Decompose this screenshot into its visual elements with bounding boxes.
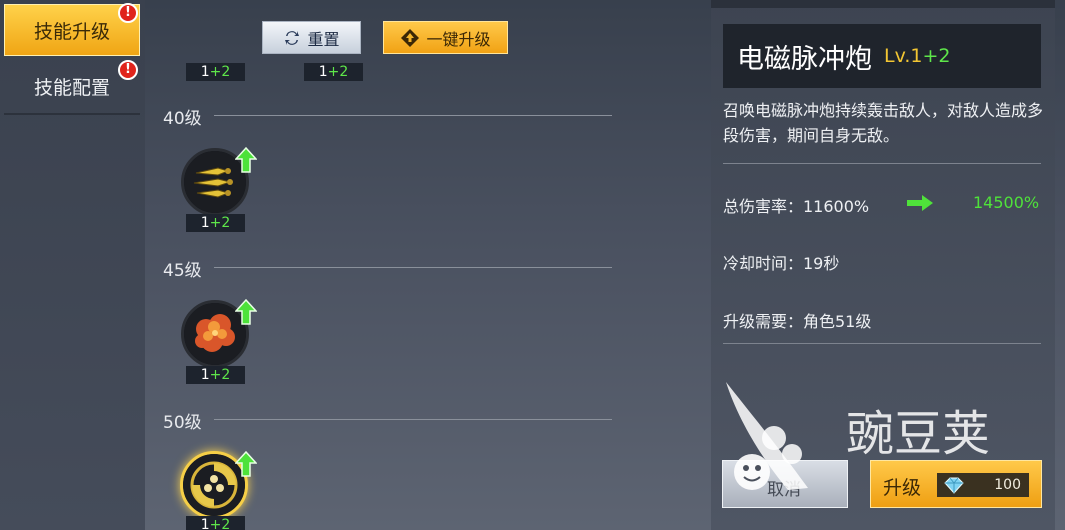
skill-title-box: 电磁脉冲炮 Lv.1+2 xyxy=(723,24,1041,88)
level-bonus: +2 xyxy=(327,64,349,80)
skill-detail-panel: 电磁脉冲炮 Lv.1+2 召唤电磁脉冲炮持续轰击敌人，对敌人造成多段伤害，期间自… xyxy=(711,0,1055,530)
row-divider xyxy=(214,115,612,116)
alert-badge-skill-config: ! xyxy=(118,60,138,80)
level-base: 1 xyxy=(200,64,210,80)
one-click-upgrade-button[interactable]: 一键升级 xyxy=(383,21,508,54)
damage-rate-next: 14500% xyxy=(973,193,1040,212)
cancel-button-label: 取消 xyxy=(767,480,801,500)
upgrade-arrow-icon xyxy=(235,147,257,173)
upgrade-button[interactable]: 升级 100 xyxy=(870,460,1042,508)
upgrade-cost: 100 xyxy=(937,473,1029,497)
level-row-label: 50级 xyxy=(163,413,202,433)
alert-badge-skill-upgrade: ! xyxy=(118,3,138,23)
row-divider xyxy=(214,419,612,420)
cancel-button[interactable]: 取消 xyxy=(722,460,848,508)
detail-divider xyxy=(723,343,1041,344)
skill-name: 电磁脉冲炮 xyxy=(737,43,872,75)
skill-level-tag: 1 +2 xyxy=(304,63,363,81)
tab-divider xyxy=(4,113,140,115)
crystal-icon xyxy=(944,477,964,494)
level-bonus: +2 xyxy=(209,215,231,231)
level-base: 1 xyxy=(200,517,210,530)
panel-top-strip xyxy=(711,0,1055,8)
skill-level-tag: 1 +2 xyxy=(186,366,245,384)
one-click-upgrade-label: 一键升级 xyxy=(426,29,491,49)
reset-button-label: 重置 xyxy=(307,29,340,49)
upgrade-arrow-icon xyxy=(235,451,257,477)
diamond-arrow-icon xyxy=(401,28,420,47)
level-base: 1 xyxy=(318,64,328,80)
requirement-stat: 升级需要：角色51级 xyxy=(723,312,872,331)
damage-rate-stat: 总伤害率：11600% xyxy=(723,197,870,216)
skill-level-tag: 1 +2 xyxy=(186,214,245,232)
refresh-icon xyxy=(285,30,300,45)
reset-button[interactable]: 重置 xyxy=(262,21,361,54)
upgrade-cost-value: 100 xyxy=(994,477,1021,493)
detail-divider xyxy=(723,163,1041,164)
cooldown-stat: 冷却时间：19秒 xyxy=(723,254,840,273)
skill-level-bonus: +2 xyxy=(922,45,951,67)
tab-skill-upgrade-label: 技能升级 xyxy=(33,20,110,43)
level-row-label: 45级 xyxy=(163,261,202,281)
skill-description: 召唤电磁脉冲炮持续轰击敌人，对敌人造成多段伤害，期间自身无敌。 xyxy=(723,101,1044,145)
tab-skill-config-label: 技能配置 xyxy=(33,76,110,99)
row-divider xyxy=(214,267,612,268)
upgrade-button-label: 升级 xyxy=(883,477,922,499)
arrow-right-icon xyxy=(907,195,933,211)
skill-level: Lv.1+2 xyxy=(884,45,951,67)
level-bonus: +2 xyxy=(209,64,231,80)
level-base: 1 xyxy=(200,367,210,383)
upgrade-arrow-icon xyxy=(235,299,257,325)
level-bonus: +2 xyxy=(209,517,231,530)
level-row-label: 40级 xyxy=(163,109,202,129)
level-base: 1 xyxy=(200,215,210,231)
skill-level-tag: 1 +2 xyxy=(186,516,245,530)
skill-level-base: Lv.1 xyxy=(884,45,923,67)
skill-tab-sidebar: 技能升级 ! 技能配置 ! xyxy=(0,0,145,530)
level-bonus: +2 xyxy=(209,367,231,383)
skill-level-tag: 1 +2 xyxy=(186,63,245,81)
